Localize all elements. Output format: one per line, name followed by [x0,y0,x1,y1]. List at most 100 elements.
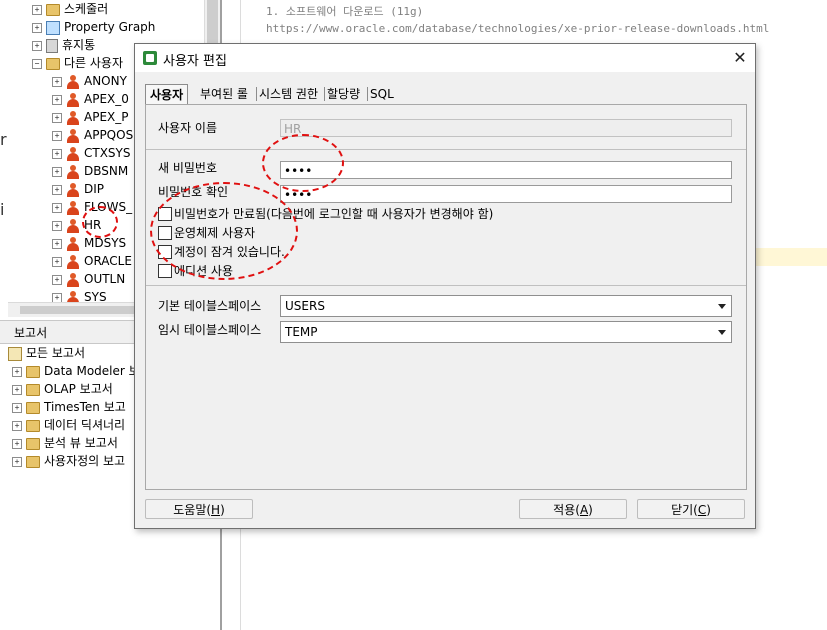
tab-granted-roles[interactable]: 부여된 롤 [200,84,248,104]
expand-icon[interactable]: + [32,4,42,15]
expand-icon[interactable]: + [52,274,62,285]
dialog-titlebar[interactable]: 사용자 편집 ✕ [135,44,755,72]
tree-item-user[interactable]: + DBSNM [52,162,128,180]
editor-text-line[interactable]: https://www.oracle.com/database/technolo… [266,22,769,35]
default-tablespace-label: 기본 테이블스페이스 [158,299,262,313]
expand-icon[interactable]: + [52,292,62,303]
tree-item-label: APPQOS [84,128,134,142]
edit-user-dialog: 사용자 편집 ✕ 사용자 부여된 롤 시스템 권한 할당량 SQL 사용자 이름… [134,43,756,529]
editor-text-line[interactable]: 1. 소프트웨어 다운로드 (11g) [266,3,423,19]
tree-item-user[interactable]: + APPQOS [52,126,133,144]
expand-icon[interactable]: + [12,456,22,467]
user-icon [66,272,80,287]
tab-quotas[interactable]: 할당량 [327,84,360,104]
expand-icon[interactable]: + [12,384,22,395]
default-tablespace-select[interactable]: USERS [280,295,732,317]
expand-icon[interactable]: + [12,366,22,377]
tab-user[interactable]: 사용자 [145,84,189,105]
tree-item-label: DIP [84,182,105,196]
temp-tablespace-label: 임시 테이블스페이스 [158,323,262,337]
tree-item-label: 분석 뷰 보고서 [44,436,118,450]
user-icon [66,254,80,269]
annotation-circle-password [262,134,344,192]
editor-current-line-highlight [755,248,827,266]
close-icon[interactable]: ✕ [729,47,751,69]
expand-icon[interactable]: + [52,256,62,267]
user-icon [66,128,80,143]
tree-item-other-users[interactable]: − 다른 사용자 [32,54,123,72]
tree-item-user[interactable]: + APEX_P [52,108,128,126]
expand-icon[interactable]: + [52,76,62,87]
tab-separator [256,87,257,101]
apply-button-label: 적용 [553,503,576,517]
expand-icon[interactable]: + [52,238,62,249]
tab-separator [324,87,325,101]
expand-icon[interactable]: + [12,438,22,449]
reports-item[interactable]: + 사용자정의 보고 [12,452,125,470]
collapse-icon[interactable]: − [32,58,42,69]
reports-item[interactable]: + OLAP 보고서 [12,380,113,398]
chevron-down-icon [718,304,726,309]
tree-item-label: 휴지통 [62,38,96,52]
tree-item-user[interactable]: + DIP [52,180,104,198]
user-icon [66,236,80,251]
new-password-field[interactable]: •••• [280,161,732,179]
temp-tablespace-select[interactable]: TEMP [280,321,732,343]
folder-icon [26,383,40,396]
expand-icon[interactable]: + [52,94,62,105]
tree-item-user[interactable]: + CTXSYS [52,144,131,162]
enable-editions-checkbox[interactable] [158,264,172,278]
tree-item-label: Data Modeler 보 [44,364,140,378]
tree-item-user[interactable]: + OUTLN [52,270,125,288]
tree-item-recycle-bin[interactable]: + 휴지통 [32,36,95,54]
tree-item-label: APEX_P [84,110,129,124]
reports-item[interactable]: + 분석 뷰 보고서 [12,434,118,452]
expand-icon[interactable]: + [52,112,62,123]
tree-item-user[interactable]: + MDSYS [52,234,126,252]
tree-item-scheduler[interactable]: + 스케줄러 [32,0,108,18]
expand-icon[interactable]: + [52,202,62,213]
reports-item-all[interactable]: 모든 보고서 [8,344,85,362]
expand-icon[interactable]: + [52,220,62,231]
expand-icon[interactable]: + [32,22,42,33]
tree-item-property-graph[interactable]: + Property Graph [32,18,155,36]
chevron-down-icon [718,330,726,335]
tree-item-user[interactable]: + ANONY [52,72,127,90]
expand-icon[interactable]: + [32,40,42,51]
username-field: HR [280,119,732,137]
tab-system-privileges[interactable]: 시스템 권한 [259,84,318,104]
folder-icon [26,419,40,432]
tree-item-label: 데이터 딕셔너리 [44,418,126,432]
folder-icon [26,401,40,414]
reports-item[interactable]: + Data Modeler 보 [12,362,140,380]
tree-item-label: DBSNM [84,164,129,178]
confirm-password-field[interactable]: •••• [280,185,732,203]
user-icon [66,200,80,215]
expand-icon[interactable]: + [12,420,22,431]
help-mnemonic: H [211,503,221,517]
user-icon [66,146,80,161]
close-mnemonic: C [697,503,707,517]
graph-icon [46,20,60,35]
close-button[interactable]: 닫기(C) [637,499,745,519]
user-icon [66,218,80,233]
expand-icon[interactable]: + [52,148,62,159]
tree-item-label: ANONY [84,74,127,88]
help-button[interactable]: 도움말(H) [145,499,253,519]
tab-sql[interactable]: SQL [370,84,394,104]
clipped-text: i [0,200,5,219]
annotation-circle-hr-user [82,206,118,238]
reports-item[interactable]: + TimesTen 보고 [12,398,126,416]
tree-item-label: 사용자정의 보고 [44,454,126,468]
folder-icon [26,365,40,378]
expand-icon[interactable]: + [52,184,62,195]
apply-button[interactable]: 적용(A) [519,499,627,519]
reports-panel-title: 보고서 [14,326,48,340]
expand-icon[interactable]: + [52,166,62,177]
reports-item[interactable]: + 데이터 딕셔너리 [12,416,125,434]
expand-icon[interactable]: + [52,130,62,141]
tree-item-user[interactable]: + APEX_0 [52,90,129,108]
expand-icon[interactable]: + [12,402,22,413]
help-button-label: 도움말 [173,503,207,517]
tree-item-user[interactable]: + ORACLE [52,252,132,270]
